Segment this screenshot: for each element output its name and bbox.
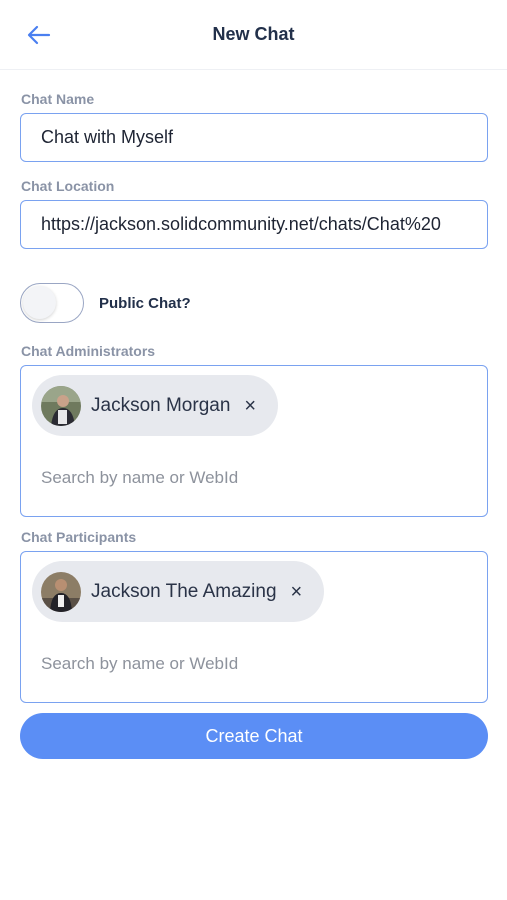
app-header: New Chat bbox=[0, 0, 507, 70]
participant-name: Jackson The Amazing bbox=[91, 580, 277, 602]
administrators-search-input[interactable] bbox=[41, 466, 461, 490]
chat-location-value: https://jackson.solidcommunity.net/chats… bbox=[41, 214, 441, 234]
chat-location-field[interactable]: https://jackson.solidcommunity.net/chats… bbox=[20, 200, 488, 249]
public-chat-label: Public Chat? bbox=[99, 295, 191, 312]
chat-name-field[interactable]: Chat with Myself bbox=[20, 113, 488, 162]
participants-search-input[interactable] bbox=[41, 652, 461, 676]
administrator-chip: Jackson Morgan × bbox=[32, 375, 279, 436]
chat-name-label: Chat Name bbox=[21, 91, 95, 107]
remove-administrator-icon[interactable]: × bbox=[244, 396, 256, 416]
toggle-knob bbox=[23, 286, 56, 319]
chat-participants-label: Chat Participants bbox=[21, 529, 137, 545]
chat-administrators-label: Chat Administrators bbox=[21, 343, 156, 359]
create-chat-button[interactable]: Create Chat bbox=[20, 713, 488, 759]
participant-chip: Jackson The Amazing × bbox=[32, 561, 325, 622]
administrator-name: Jackson Morgan bbox=[91, 394, 231, 416]
avatar bbox=[41, 385, 81, 426]
remove-participant-icon[interactable]: × bbox=[291, 582, 303, 602]
chat-location-label: Chat Location bbox=[21, 178, 115, 194]
participants-picker[interactable]: Jackson The Amazing × bbox=[20, 551, 488, 703]
chat-name-value: Chat with Myself bbox=[41, 127, 174, 147]
public-chat-toggle[interactable] bbox=[20, 283, 84, 323]
avatar bbox=[41, 571, 81, 612]
administrators-picker[interactable]: Jackson Morgan × bbox=[20, 365, 488, 517]
page-title: New Chat bbox=[212, 24, 295, 44]
